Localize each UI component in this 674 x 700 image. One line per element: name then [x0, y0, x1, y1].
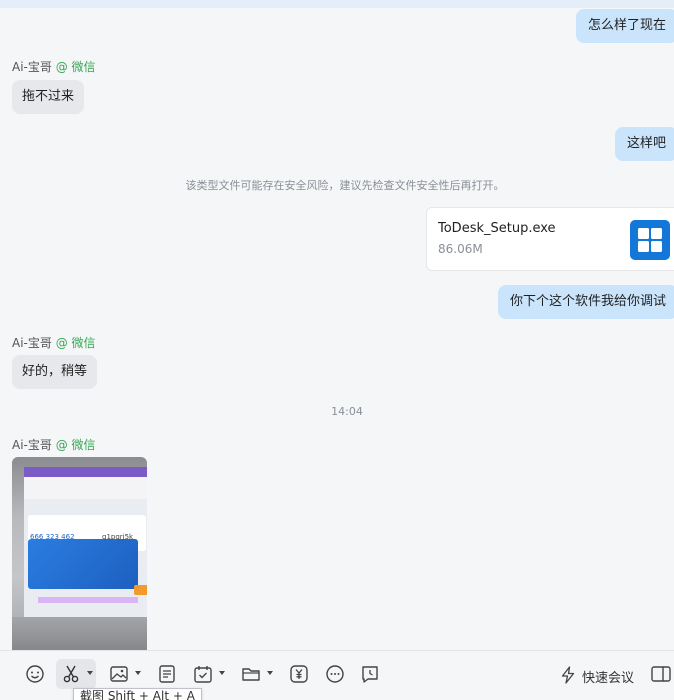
sender-label: Ai-宝哥 @ 微信: [12, 436, 96, 453]
image-message[interactable]: 666 323 462 q1pqrj5k: [12, 457, 147, 650]
sender-label: Ai-宝哥 @ 微信: [12, 58, 96, 75]
chevron-down-icon[interactable]: [267, 671, 273, 675]
lightning-icon: [561, 666, 575, 684]
message-text: 你下个这个软件我给你调试: [509, 294, 666, 309]
sender-name: Ai-宝哥: [12, 438, 52, 452]
screenshot-tooltip: 截图 Shift + Alt + A: [73, 688, 202, 700]
sender-name: Ai-宝哥: [12, 60, 52, 74]
file-name: ToDesk_Setup.exe: [438, 221, 556, 236]
history-icon[interactable]: [357, 661, 383, 687]
folder-icon[interactable]: [238, 661, 264, 687]
message-incoming[interactable]: 好的，稍等: [12, 355, 98, 389]
message-text: 拖不过来: [22, 89, 75, 104]
windows-app-icon: [630, 220, 670, 260]
message-text: 这样吧: [626, 136, 666, 151]
message-outgoing[interactable]: 怎么样了现在: [575, 9, 674, 43]
document-icon[interactable]: [154, 661, 180, 687]
photo-code-1: 666 323 462: [30, 533, 75, 541]
task-icon[interactable]: [190, 661, 216, 687]
emoji-icon[interactable]: [22, 661, 48, 687]
more-icon[interactable]: [322, 661, 348, 687]
image-icon[interactable]: [106, 661, 132, 687]
photo-code-2: q1pqrj5k: [102, 533, 134, 541]
sender-platform: @ 微信: [55, 438, 96, 452]
message-text: 怎么样了现在: [587, 18, 666, 33]
chevron-down-icon[interactable]: [87, 671, 93, 675]
scissors-icon: [63, 665, 79, 683]
file-size: 86.06M: [438, 242, 483, 256]
screenshot-button[interactable]: [56, 659, 96, 689]
system-notice: 该类型文件可能存在安全风险，建议先检查文件安全性后再打开。: [185, 179, 505, 192]
sender-platform: @ 微信: [55, 60, 96, 74]
chat-area[interactable]: 怎么样了现在 Ai-宝哥 @ 微信 拖不过来 这样吧 该类型文件可能存在安全风险…: [0, 0, 674, 650]
chevron-down-icon[interactable]: [219, 671, 225, 675]
sender-name: Ai-宝哥: [12, 336, 52, 350]
sender-platform: @ 微信: [55, 336, 96, 350]
message-timestamp: 14:04: [331, 405, 363, 418]
file-message[interactable]: ToDesk_Setup.exe 86.06M: [426, 207, 674, 271]
message-incoming[interactable]: 拖不过来: [12, 80, 85, 114]
sender-label: Ai-宝哥 @ 微信: [12, 334, 96, 351]
message-outgoing[interactable]: 这样吧: [614, 127, 674, 161]
photo-screen: 666 323 462 q1pqrj5k: [24, 467, 147, 617]
chevron-down-icon[interactable]: [135, 671, 141, 675]
red-packet-icon[interactable]: [286, 661, 312, 687]
quick-meeting-label: 快速会议: [582, 671, 635, 686]
sidebar-toggle-icon[interactable]: [648, 661, 674, 687]
message-outgoing[interactable]: 你下个这个软件我给你调试: [497, 285, 674, 319]
message-text: 好的，稍等: [22, 364, 88, 379]
